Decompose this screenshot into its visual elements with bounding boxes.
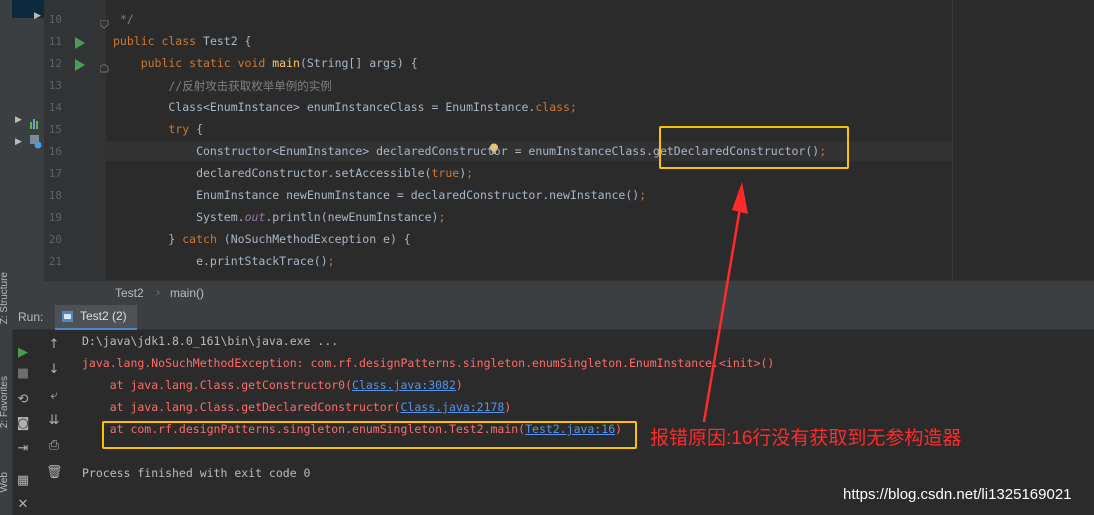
web-tool-tab[interactable]: Web (0, 472, 10, 492)
run-tool-window-header: Run: (12, 304, 1094, 330)
tab-label: Test2 (2) (80, 309, 127, 323)
favorites-tool-tab[interactable]: 2: Favorites (0, 376, 10, 428)
line-number: 13 (48, 79, 62, 92)
fold-marker-icon[interactable] (99, 14, 109, 33)
tree-expand-icon[interactable]: ▶ (34, 10, 41, 21)
console-process-finished: Process finished with exit code 0 (82, 466, 311, 480)
print-icon[interactable]: ⎙ (46, 438, 62, 454)
code-line[interactable]: EnumInstance newEnumInstance = declaredC… (113, 188, 646, 202)
fold-marker-icon[interactable] (99, 58, 109, 77)
project-tree-edge: ▶ ▶ ▶ (12, 0, 45, 305)
code-line[interactable]: try { (113, 122, 203, 136)
line-number: 21 (48, 255, 62, 268)
tree-expand-icon[interactable]: ▶ (15, 136, 22, 147)
line-number: 15 (48, 123, 62, 136)
scroll-down-icon[interactable]: ↓ (46, 362, 62, 378)
line-number: 14 (48, 101, 62, 114)
code-line[interactable]: declaredConstructor.setAccessible(true); (113, 166, 473, 180)
code-line[interactable]: public static void main(String[] args) { (113, 56, 418, 70)
layout-icon[interactable]: ▦ (15, 473, 31, 489)
code-line[interactable]: public class Test2 { (113, 34, 251, 48)
code-line[interactable]: */ (113, 12, 134, 26)
code-line[interactable]: Class<EnumInstance> enumInstanceClass = … (113, 100, 577, 114)
soft-wrap-icon[interactable]: ⤶ (46, 388, 62, 404)
line-number: 12 (48, 57, 62, 70)
stack-frame-text: ) (455, 378, 463, 392)
line-number: 18 (48, 189, 62, 202)
restore-layout-icon[interactable]: ⟲ (15, 392, 31, 408)
line-number: 19 (48, 211, 62, 224)
code-line[interactable]: System.out.println(newEnumInstance); (113, 210, 445, 224)
tab-test2[interactable]: Test2 (2) (55, 305, 137, 330)
scroll-to-end-icon[interactable]: ⇊ (46, 413, 62, 429)
breadcrumb: Test2 › main() (44, 280, 1094, 305)
watermark: https://blog.csdn.net/li1325169021 (843, 486, 1072, 503)
line-number: 10 (48, 13, 62, 26)
stack-frame-1: at java.lang.Class.getConstructor0(Class… (82, 378, 463, 392)
stack-frame-2: at java.lang.Class.getDeclaredConstructo… (82, 400, 512, 414)
library-icon (30, 134, 42, 149)
console-exception: java.lang.NoSuchMethodException: com.rf.… (82, 356, 775, 370)
right-margin-guide (952, 0, 953, 280)
breadcrumb-method[interactable]: main() (170, 286, 204, 300)
stack-frame-text: at java.lang.Class.getConstructor0( (82, 378, 353, 392)
exit-icon[interactable]: ⇥ (15, 441, 31, 457)
line-number: 16 (48, 145, 62, 158)
stack-frame-link[interactable]: Class.java:3082 (352, 378, 456, 392)
line-number: 20 (48, 233, 62, 246)
annotation-note: 报错原因:16行没有获取到无参构造器 (650, 428, 962, 449)
rerun-icon[interactable]: ▶ (15, 345, 31, 361)
highlight-box-getdeclaredconstructor (659, 126, 849, 169)
breadcrumb-separator-icon: › (156, 285, 160, 299)
run-label: Run: (18, 310, 44, 324)
line-number: 11 (48, 35, 62, 48)
breadcrumb-class[interactable]: Test2 (115, 286, 144, 300)
stack-frame-text: ) (504, 400, 512, 414)
line-number: 17 (48, 167, 62, 180)
tree-expand-icon[interactable]: ▶ (15, 114, 22, 125)
stack-frame-text: at java.lang.Class.getDeclaredConstructo… (82, 400, 401, 414)
code-line[interactable]: } catch (NoSuchMethodException e) { (113, 232, 410, 246)
structure-tool-tab[interactable]: Z: Structure (0, 272, 10, 324)
run-main-icon[interactable] (75, 56, 85, 75)
pin-icon[interactable]: ✕ (15, 497, 31, 513)
stop-icon[interactable]: ■ (15, 366, 31, 382)
camera-icon[interactable]: ◙ (15, 416, 31, 432)
code-line[interactable]: e.printStackTrace(); (113, 254, 335, 268)
annotation-arrow-icon (702, 182, 748, 423)
code-line[interactable]: //反射攻击获取枚举单例的实例 (113, 78, 331, 94)
highlight-box-stack-frame (102, 421, 637, 449)
run-class-icon[interactable] (75, 34, 85, 53)
stack-frame-link[interactable]: Class.java:2178 (401, 400, 505, 414)
clear-all-icon[interactable]: 🗑 (46, 465, 63, 481)
module-icon (30, 114, 40, 129)
java-class-icon (62, 311, 73, 322)
console-command-line: D:\java\jdk1.8.0_161\bin\java.exe ... (82, 334, 339, 348)
scroll-up-icon[interactable]: ↑ (46, 337, 62, 353)
